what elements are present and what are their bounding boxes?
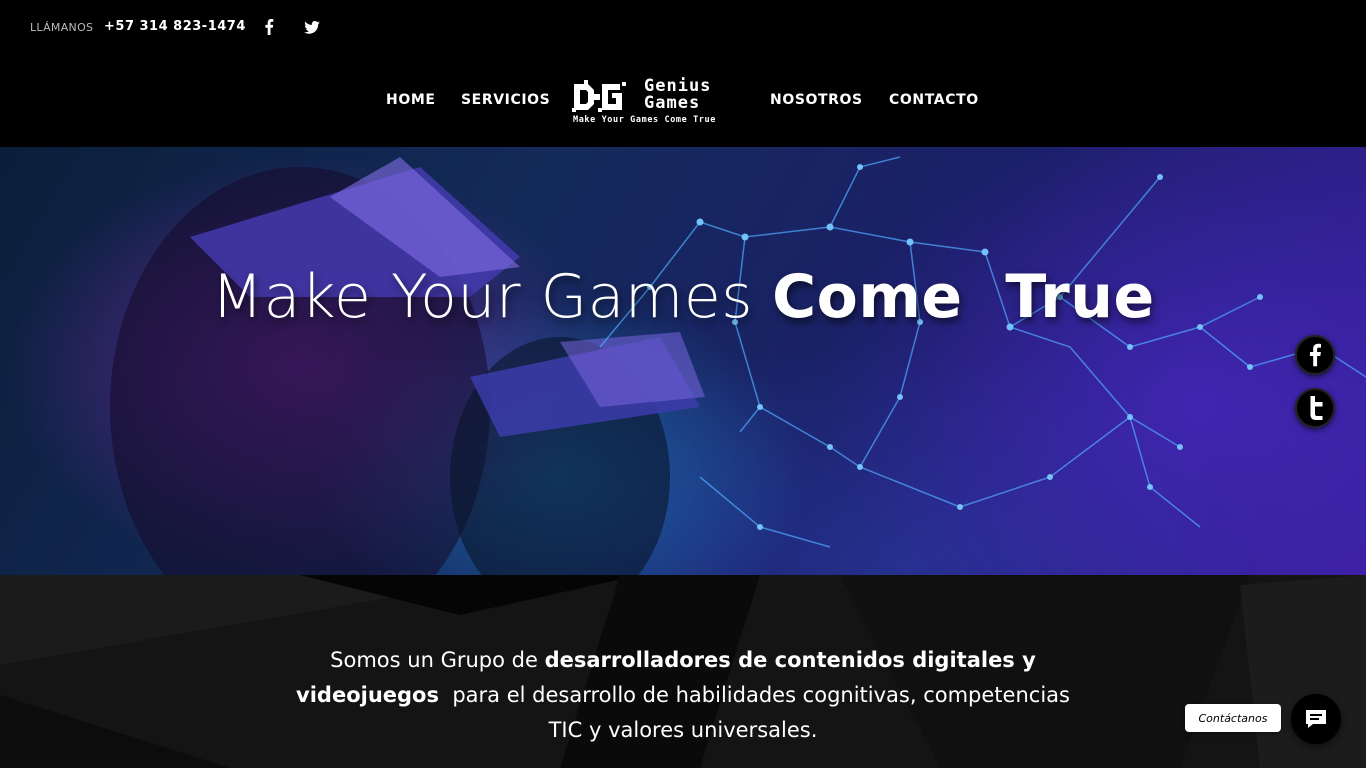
- nav-home[interactable]: HOME: [386, 92, 436, 108]
- about-section: Somos un Grupo de desarrolladores de con…: [0, 575, 1366, 768]
- about-text-part1: Somos un Grupo de: [330, 648, 545, 672]
- logo-title-line2: Games: [644, 93, 701, 113]
- about-text-part2: para el desarrollo de habilidades cognit…: [438, 683, 1077, 742]
- nav-servicios[interactable]: SERVICIOS: [461, 92, 550, 108]
- hero-banner: Make Your Games Come True: [0, 147, 1366, 575]
- floating-twitter-icon[interactable]: [1295, 388, 1335, 428]
- about-text: Somos un Grupo de desarrolladores de con…: [283, 643, 1083, 748]
- twitter-icon[interactable]: [303, 18, 321, 36]
- hero-heading-light: Make Your Games: [211, 262, 753, 332]
- facebook-icon[interactable]: [260, 18, 278, 36]
- genius-games-logo[interactable]: Genius Games Make Your Games Come True: [572, 78, 742, 126]
- hero-network-background: [110, 156, 1366, 575]
- call-label: LLÁMANOS: [30, 21, 94, 34]
- hero-heading: Make Your Games Come True: [0, 259, 1366, 335]
- chat-label[interactable]: Contáctanos: [1185, 704, 1281, 732]
- phone-number[interactable]: +57 314 823-1474: [104, 19, 246, 34]
- hero-heading-bold: Come True: [772, 262, 1155, 332]
- nav-contacto[interactable]: CONTACTO: [889, 92, 979, 108]
- top-bar: LLÁMANOS +57 314 823-1474: [0, 0, 1366, 56]
- main-nav: HOME SERVICIOS Genius Games Make Your Ga…: [0, 56, 1366, 147]
- nav-nosotros[interactable]: NOSOTROS: [770, 92, 863, 108]
- logo-mark-icon: [572, 80, 626, 112]
- chat-bubble-icon[interactable]: [1291, 694, 1341, 744]
- floating-facebook-icon[interactable]: [1295, 335, 1335, 375]
- logo-tagline: Make Your Games Come True: [573, 115, 716, 125]
